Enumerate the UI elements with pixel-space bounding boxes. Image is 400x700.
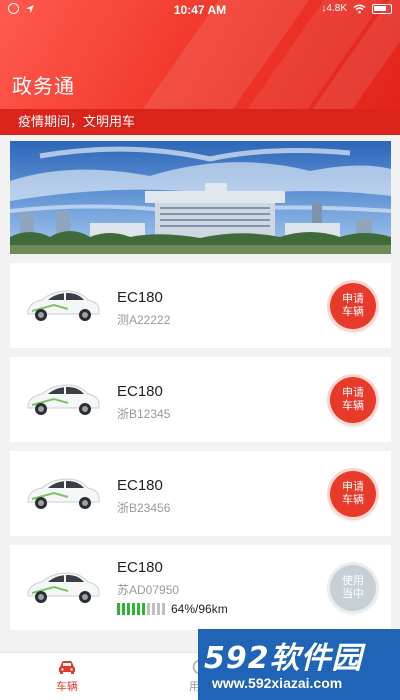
- vehicle-card[interactable]: EC180 浙B12345 申请 车辆: [10, 357, 391, 442]
- notice-banner: 疫情期间，文明用车: [0, 109, 400, 135]
- vehicle-model: EC180: [117, 383, 163, 400]
- battery-cell: [122, 603, 125, 615]
- page-title: 政务通: [12, 76, 75, 98]
- apply-vehicle-button[interactable]: 申请 车辆: [330, 283, 376, 329]
- apply-vehicle-button[interactable]: 申请 车辆: [330, 377, 376, 423]
- wifi-icon: [353, 4, 366, 13]
- app-header: 10:47 AM ↓4.8K 政务通 疫情期间，文明用车: [0, 0, 400, 135]
- battery-cell: [162, 603, 165, 615]
- battery-icon: [372, 3, 392, 14]
- car-icon: [59, 661, 75, 674]
- government-building-illustration: [10, 146, 391, 254]
- license-plate: 测A22222: [117, 313, 171, 327]
- battery-cells: [117, 603, 165, 615]
- car-image: [27, 290, 100, 321]
- battery-cell: [117, 603, 120, 615]
- vehicle-model: EC180: [117, 289, 163, 306]
- apply-button-label: 申请 车辆: [342, 481, 364, 506]
- vehicle-model: EC180: [117, 559, 163, 576]
- battery-cell: [132, 603, 135, 615]
- in-use-label: 使用 当中: [342, 575, 364, 600]
- site-watermark: 592软件园 www.592xiazai.com: [198, 629, 400, 700]
- battery-cell: [157, 603, 160, 615]
- vehicle-card[interactable]: EC180 浙B23456 申请 车辆: [10, 451, 391, 536]
- license-plate: 苏AD07950: [117, 583, 180, 597]
- battery-cell: [152, 603, 155, 615]
- status-right: ↓4.8K: [321, 3, 392, 14]
- range-text: 64%/96km: [171, 602, 228, 616]
- car-image: [27, 384, 100, 415]
- vehicle-card[interactable]: EC180 苏AD07950 64%/96km 使用 当中: [10, 545, 391, 630]
- tab-label: 车辆: [56, 681, 78, 693]
- watermark-logo: 592软件园: [204, 641, 363, 676]
- apply-vehicle-button[interactable]: 申请 车辆: [330, 471, 376, 517]
- vehicle-model: EC180: [117, 477, 163, 494]
- license-plate: 浙B23456: [117, 501, 171, 515]
- vehicle-card[interactable]: EC180 测A22222 申请 车辆: [10, 263, 391, 348]
- battery-cell: [142, 603, 145, 615]
- car-image: [27, 572, 100, 603]
- in-use-status-button[interactable]: 使用 当中: [330, 565, 376, 611]
- battery-cell: [137, 603, 140, 615]
- battery-cell: [147, 603, 150, 615]
- tab-vehicles[interactable]: 车辆: [17, 659, 117, 694]
- banner-image: [10, 141, 391, 254]
- battery-cell: [127, 603, 130, 615]
- apply-button-label: 申请 车辆: [342, 293, 364, 318]
- battery-level: 64%/96km: [117, 602, 228, 616]
- apply-button-label: 申请 车辆: [342, 387, 364, 412]
- status-bar: 10:47 AM ↓4.8K: [0, 0, 400, 20]
- watermark-url: www.592xiazai.com: [212, 675, 343, 691]
- license-plate: 浙B12345: [117, 407, 171, 421]
- car-image: [27, 478, 100, 509]
- network-speed: ↓4.8K: [321, 3, 347, 14]
